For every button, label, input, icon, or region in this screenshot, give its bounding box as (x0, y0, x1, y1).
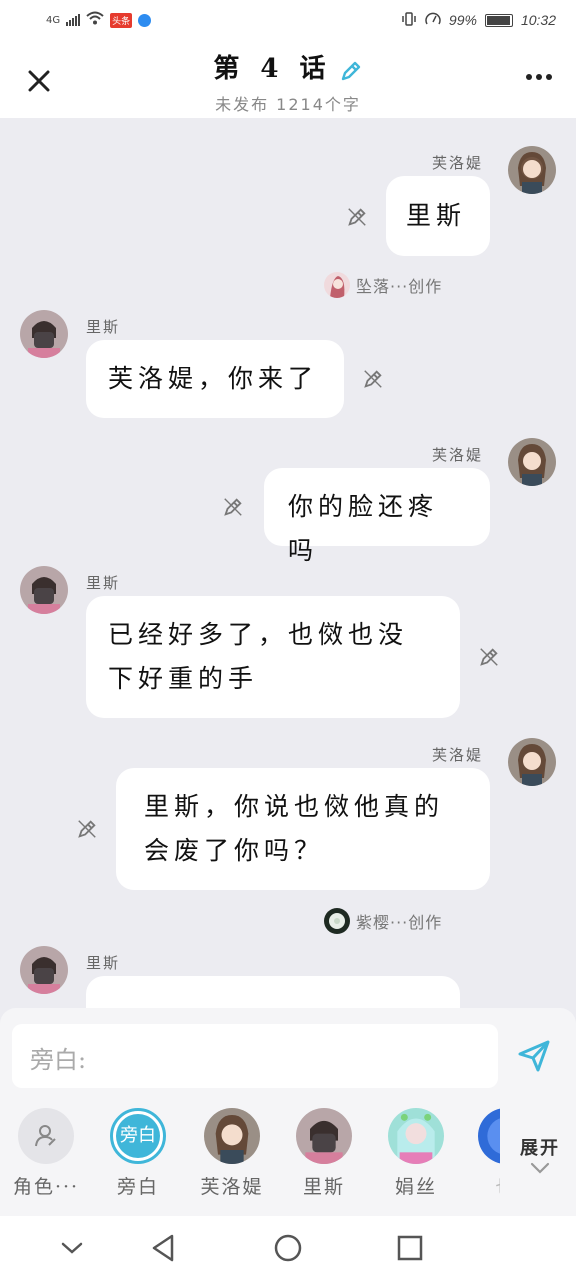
edit-message-button[interactable] (346, 206, 368, 228)
speaker-name: 里斯 (86, 574, 121, 592)
message-bubble[interactable]: 芙洛媞，你来了 (86, 340, 344, 418)
pencil-icon (78, 820, 96, 838)
person-outline-icon (18, 1108, 74, 1164)
pencil-icon (480, 648, 498, 666)
creator-text: 坠落···创作 (356, 277, 443, 296)
message-bubble[interactable]: 里斯，你说也傚他真的 会废了你吗？ (116, 768, 490, 890)
pencil-icon (224, 498, 242, 516)
avatar-lisi[interactable] (20, 310, 68, 358)
status-bar: 4G 头条 99% 10:32 (0, 0, 576, 40)
narration-avatar: 旁白 (110, 1108, 166, 1164)
edit-message-button[interactable] (222, 496, 244, 518)
role-item-lisi[interactable]: 里斯 (284, 1108, 364, 1199)
edit-message-button[interactable] (76, 818, 98, 840)
creator-avatar (324, 272, 350, 298)
title-area: 第 4 话 未发布 1214个字 (0, 48, 576, 115)
avatar-lisi[interactable] (20, 566, 68, 614)
avatar-fuluoti (204, 1108, 260, 1164)
recents-square-icon (397, 1235, 423, 1261)
chapter-title: 第 4 话 (213, 54, 332, 84)
creator-text: 紫樱···创作 (356, 913, 443, 932)
role-item-fuluoti[interactable]: 芙洛媞 (192, 1108, 272, 1199)
signal-icon (66, 14, 81, 26)
role-label: 旁白 (116, 1176, 159, 1198)
message-line: 已经好多了，也傚也没 (108, 620, 409, 649)
composer-panel: 旁白: 角色··· 旁白 旁白 芙洛媞 里斯 娟丝 展开 (0, 1008, 576, 1216)
message-line: 里斯，你说也傚他真的 (144, 792, 445, 821)
role-label: 芙洛媞 (200, 1176, 264, 1198)
avatar-fuluoti[interactable] (508, 738, 556, 786)
message-bubble[interactable]: 里斯 (386, 176, 490, 256)
send-icon (518, 1040, 550, 1072)
battery-icon (484, 13, 513, 27)
vibrate-icon (401, 11, 417, 29)
avatar-juansi (388, 1108, 444, 1164)
home-circle-icon (274, 1234, 302, 1262)
speaker-name: 里斯 (86, 318, 121, 336)
role-label: 娟丝 (394, 1176, 437, 1198)
speaker-name: 芙洛媞 (432, 446, 484, 464)
chapter-status: 未发布 1214个字 (215, 94, 361, 114)
battery-percent: 99% (448, 12, 477, 28)
chevron-down-icon (61, 1242, 83, 1254)
message-bubble[interactable] (86, 976, 460, 1008)
narration-input[interactable]: 旁白: (12, 1024, 498, 1088)
narration-inner-label: 旁白 (116, 1114, 160, 1158)
more-options-button[interactable] (526, 74, 552, 80)
speed-icon (425, 12, 441, 29)
avatar-partial (478, 1108, 500, 1164)
avatar-lisi (296, 1108, 352, 1164)
chat-area[interactable]: 芙洛媞 里斯 坠落···创作 里斯 芙洛媞，你来了 芙洛媞 你的脸还疼吗 里斯 … (0, 118, 576, 1008)
avatar-fuluoti[interactable] (508, 438, 556, 486)
chevron-down-icon (530, 1162, 550, 1174)
system-nav-bar (0, 1216, 576, 1280)
nav-hide-keyboard-button[interactable] (56, 1232, 88, 1264)
role-item-juansi[interactable]: 娟丝 (376, 1108, 456, 1199)
creator-avatar (324, 908, 350, 934)
avatar-lisi[interactable] (20, 946, 68, 994)
avatar-fuluoti[interactable] (508, 146, 556, 194)
pencil-icon (341, 61, 360, 80)
clock: 10:32 (520, 12, 556, 28)
role-selector: 角色··· 旁白 旁白 芙洛媞 里斯 娟丝 (0, 1104, 500, 1204)
role-item-narration[interactable]: 旁白 旁白 (98, 1108, 178, 1199)
role-label: 角色··· (12, 1176, 80, 1198)
message-line: 下好重的手 (108, 664, 259, 693)
speaker-name: 里斯 (86, 954, 121, 972)
message-line: 会废了你吗？ (144, 836, 325, 865)
speaker-name: 芙洛媞 (432, 154, 484, 172)
role-label: 里斯 (302, 1176, 345, 1198)
role-label: 也 (466, 1172, 500, 1199)
expand-button[interactable]: 展开 (510, 1134, 570, 1174)
back-triangle-icon (152, 1234, 174, 1262)
nav-home-button[interactable] (272, 1232, 304, 1264)
send-button[interactable] (516, 1038, 552, 1074)
wifi-icon (86, 11, 104, 29)
speaker-name: 芙洛媞 (432, 746, 484, 764)
expand-label: 展开 (520, 1138, 560, 1159)
message-bubble[interactable]: 已经好多了，也傚也没 下好重的手 (86, 596, 460, 718)
pencil-icon (364, 370, 382, 388)
app-notification-icon (138, 13, 152, 27)
news-app-icon: 头条 (110, 12, 133, 28)
message-bubble[interactable]: 你的脸还疼吗 (264, 468, 490, 565)
nav-recents-button[interactable] (394, 1232, 426, 1264)
edit-message-button[interactable] (362, 368, 384, 390)
creator-credit[interactable]: 坠落···创作 (324, 272, 442, 298)
role-item-partial[interactable]: 也 (466, 1108, 500, 1199)
nav-back-button[interactable] (148, 1232, 180, 1264)
pencil-icon (348, 208, 366, 226)
edit-message-button[interactable] (478, 646, 500, 668)
role-item-add[interactable]: 角色··· (6, 1108, 86, 1199)
creator-credit[interactable]: 紫樱···创作 (324, 908, 442, 934)
editor-header: 第 4 话 未发布 1214个字 (0, 40, 576, 118)
network-indicator: 4G (46, 14, 61, 26)
edit-title-button[interactable] (339, 59, 363, 87)
